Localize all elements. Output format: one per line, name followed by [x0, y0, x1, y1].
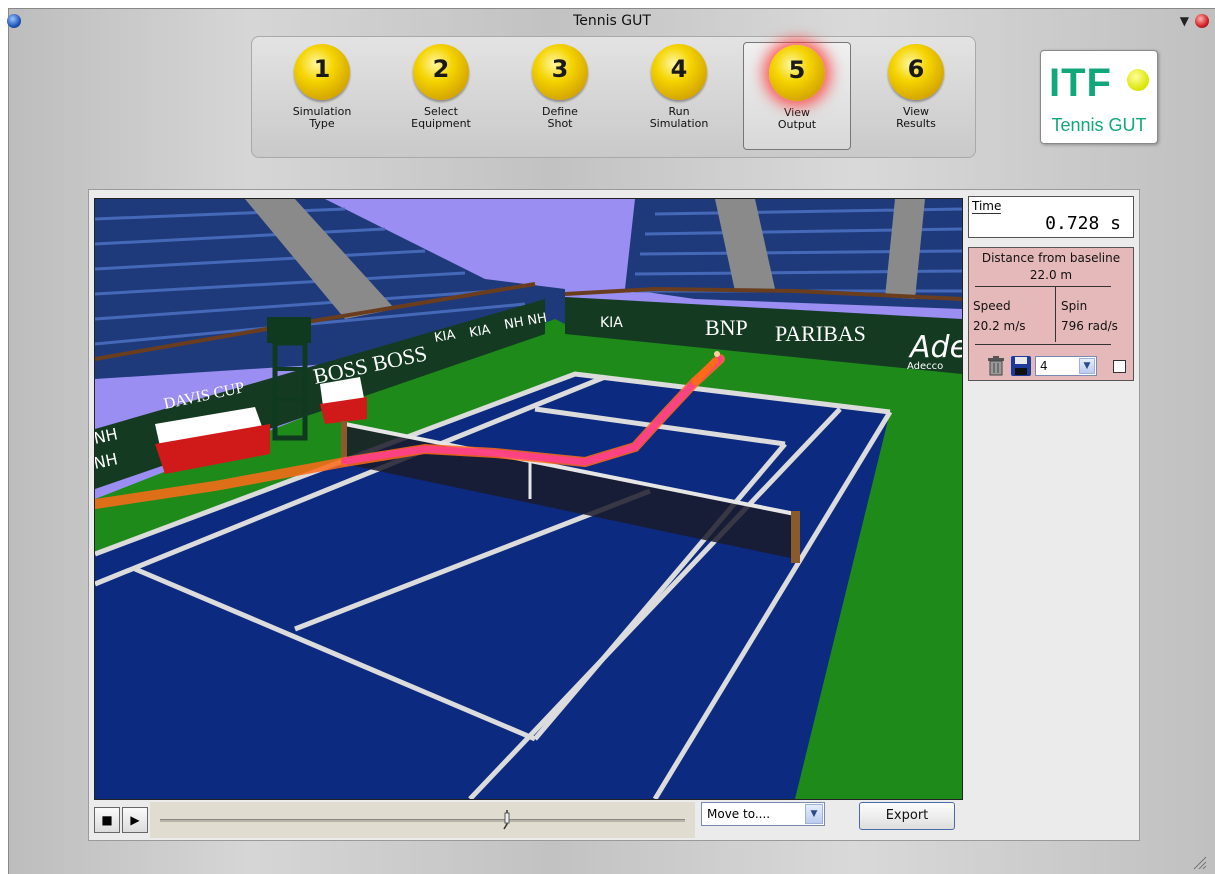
- chevron-down-icon[interactable]: ▼: [805, 804, 823, 824]
- step-view-results-button[interactable]: 6 View Results: [862, 42, 970, 150]
- stop-button[interactable]: ■: [94, 807, 120, 833]
- play-button[interactable]: ▶: [122, 807, 148, 833]
- banner-kia: KIA: [600, 315, 623, 331]
- distance-value: 22.0 m: [1029, 268, 1073, 282]
- close-window-icon[interactable]: [1195, 14, 1209, 28]
- slider-track: [160, 819, 685, 822]
- divider: [1055, 286, 1056, 342]
- divider: [975, 344, 1111, 345]
- tennis-ball-icon: 1: [294, 44, 350, 100]
- time-label: Time: [972, 199, 1002, 214]
- itf-logo: ITF Tennis GUT: [1040, 50, 1158, 144]
- overlay-checkbox[interactable]: [1113, 360, 1126, 373]
- output-panel: DAVIS CUP BOSS BOSS KIA KIA NH NH NH NH …: [88, 189, 1140, 841]
- tennis-ball-icon: 3: [532, 44, 588, 100]
- overlay-count-select[interactable]: 4 ▼: [1035, 356, 1097, 376]
- banner-adecco-large: Ade: [908, 330, 962, 365]
- move-to-select[interactable]: Move to.... ▼: [701, 802, 825, 826]
- tennis-ball-icon: 4: [651, 44, 707, 100]
- export-button[interactable]: Export: [859, 802, 955, 830]
- banner-adecco: Adecco: [907, 361, 943, 372]
- 3d-court-viewport[interactable]: DAVIS CUP BOSS BOSS KIA KIA NH NH NH NH …: [94, 198, 963, 800]
- slider-thumb[interactable]: [502, 810, 511, 830]
- step-simulation-type-button[interactable]: 1 Simulation Type: [268, 42, 376, 150]
- tennis-ball-icon: [1127, 69, 1149, 91]
- trash-icon[interactable]: [987, 356, 1005, 376]
- window-title: Tennis GUT: [573, 13, 651, 29]
- divider: [975, 286, 1111, 287]
- itf-logo-word: ITF: [1049, 61, 1112, 105]
- time-readout: Time 0.728 s: [968, 196, 1134, 238]
- step-view-output-button[interactable]: 5 View Output: [743, 42, 851, 150]
- step-define-shot-button[interactable]: 3 Define Shot: [506, 42, 614, 150]
- banner-bnp: BNP: [705, 315, 748, 340]
- app-window: Tennis GUT ▼ 1 Simulation Type 2 Select Eq…: [7, 8, 1215, 874]
- workflow-step-toolbar: 1 Simulation Type 2 Select Equipment 3 Def…: [251, 36, 976, 158]
- step-label: Simulation Type: [292, 105, 352, 130]
- save-icon[interactable]: [1011, 356, 1031, 376]
- tennis-ball-icon: 2: [413, 44, 469, 100]
- chevron-down-icon[interactable]: ▼: [1079, 358, 1095, 374]
- itf-logo-subtitle: Tennis GUT: [1051, 115, 1147, 135]
- collapse-arrow-icon[interactable]: ▼: [1180, 14, 1189, 28]
- step-select-equipment-button[interactable]: 2 Select Equipment: [387, 42, 495, 150]
- spin-value: 796 rad/s: [1061, 319, 1118, 333]
- tennis-ball-icon: 5: [769, 45, 825, 101]
- time-value: 0.728 s: [1045, 213, 1121, 234]
- tennis-ball: [714, 351, 720, 357]
- resize-grip-icon[interactable]: [1191, 854, 1207, 870]
- step-label: View Results: [896, 105, 936, 130]
- step-label: Define Shot: [542, 105, 578, 130]
- window-menu-orb-icon[interactable]: [7, 14, 21, 28]
- step-label: Run Simulation: [649, 105, 709, 130]
- step-label: View Output: [777, 106, 817, 131]
- distance-label: Distance from baseline: [981, 251, 1121, 265]
- shot-stats-panel: Distance from baseline 22.0 m Speed 20.2…: [968, 247, 1134, 381]
- speed-value: 20.2 m/s: [973, 319, 1026, 333]
- banner-paribas: PARIBAS: [775, 321, 866, 346]
- step-run-simulation-button[interactable]: 4 Run Simulation: [625, 42, 733, 150]
- step-label: Select Equipment: [411, 105, 471, 130]
- tennis-ball-icon: 6: [888, 44, 944, 100]
- timeline-slider[interactable]: [150, 802, 695, 838]
- speed-label: Speed: [973, 299, 1011, 313]
- spin-label: Spin: [1061, 299, 1088, 313]
